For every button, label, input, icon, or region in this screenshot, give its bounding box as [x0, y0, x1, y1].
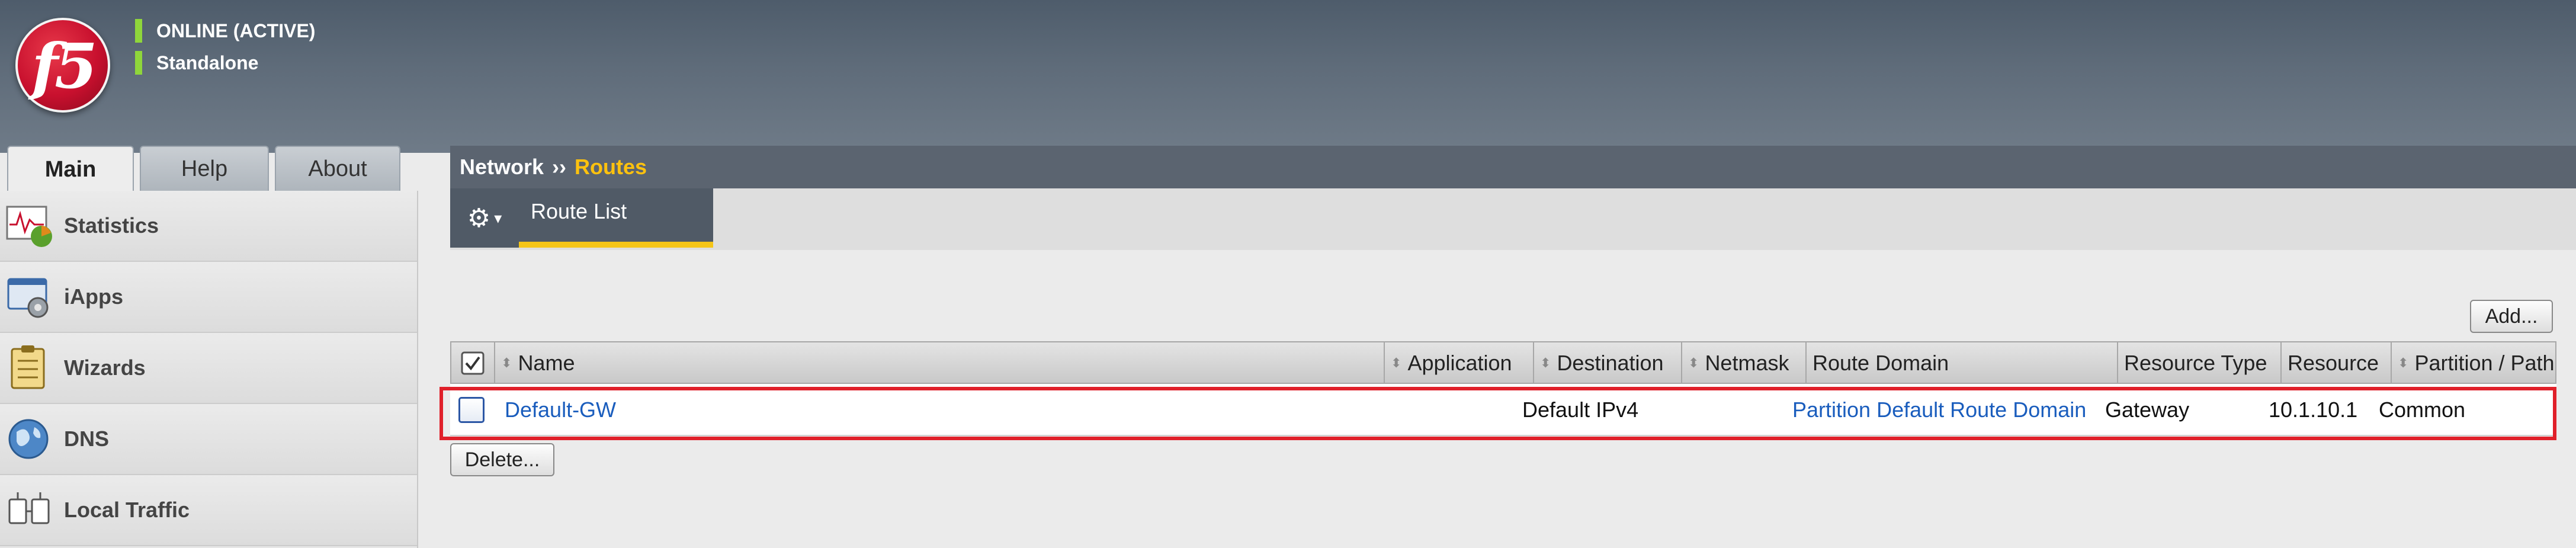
column-header-partition-path[interactable]: ⬍ Partition / Path: [2392, 342, 2555, 384]
status-indicator: [135, 19, 142, 43]
column-header-resource-type: Resource Type: [2118, 342, 2282, 384]
status-text: ONLINE (ACTIVE): [156, 20, 316, 41]
sort-icon: ⬍: [1391, 355, 1402, 370]
gear-icon: ⚙: [467, 203, 491, 233]
sidebar: Statistics iApps Wizards DNS Local Traff…: [0, 191, 418, 548]
wizards-icon: [5, 343, 54, 393]
sidebar-item-label: DNS: [64, 427, 110, 451]
sidebar-item-label: Local Traffic: [64, 498, 190, 522]
sidebar-item-dns[interactable]: DNS: [0, 404, 417, 475]
sidebar-item-label: Statistics: [64, 213, 159, 238]
table-header: ⬍ Name ⬍ Application ⬍ Destination ⬍ Netmask…: [450, 341, 2556, 384]
status-online: ONLINE (ACTIVE): [135, 19, 315, 43]
mode-text: Standalone: [156, 52, 259, 73]
sidebar-item-label: Wizards: [64, 355, 146, 380]
selection-highlight: [440, 387, 2556, 440]
sort-icon: ⬍: [501, 355, 512, 370]
tab-about[interactable]: About: [275, 146, 400, 191]
chevron-down-icon: ▾: [494, 209, 502, 227]
iapps-icon: [5, 272, 54, 322]
breadcrumb: Network ›› Routes: [450, 146, 2576, 188]
app-header: f5 ONLINE (ACTIVE) Standalone: [0, 0, 2576, 153]
dns-globe-icon: [5, 414, 54, 464]
subnav-bar: [450, 188, 2576, 250]
sidebar-item-wizards[interactable]: Wizards: [0, 333, 417, 404]
delete-button[interactable]: Delete...: [450, 443, 554, 476]
breadcrumb-current: Routes: [575, 155, 647, 179]
sort-icon: ⬍: [2398, 355, 2409, 370]
column-header-application[interactable]: ⬍ Application: [1385, 342, 1534, 384]
column-header-name[interactable]: ⬍ Name: [495, 342, 1385, 384]
sidebar-item-statistics[interactable]: Statistics: [0, 191, 417, 262]
status-indicator: [135, 51, 142, 75]
breadcrumb-separator: ››: [552, 155, 567, 179]
statistics-icon: [5, 201, 54, 251]
sidebar-item-label: iApps: [64, 284, 124, 309]
f5-logo[interactable]: f5: [15, 18, 110, 113]
tab-main[interactable]: Main: [7, 146, 134, 192]
select-all-checkbox[interactable]: [451, 342, 495, 384]
sidebar-item-local-traffic[interactable]: Local Traffic: [0, 475, 417, 546]
column-header-resource: Resource: [2282, 342, 2392, 384]
sort-icon: ⬍: [1540, 355, 1551, 370]
tab-route-list[interactable]: Route List: [519, 188, 713, 248]
tab-help[interactable]: Help: [140, 146, 269, 191]
local-traffic-icon: [5, 485, 54, 535]
column-header-destination[interactable]: ⬍ Destination: [1534, 342, 1682, 384]
breadcrumb-network[interactable]: Network: [460, 155, 544, 180]
column-header-route-domain: Route Domain: [1807, 342, 2118, 384]
sidebar-item-iapps[interactable]: iApps: [0, 262, 417, 333]
checkmark-icon: [461, 351, 485, 375]
add-button[interactable]: Add...: [2470, 300, 2553, 333]
sort-icon: ⬍: [1688, 355, 1699, 370]
status-mode: Standalone: [135, 51, 258, 75]
gear-menu-button[interactable]: ⚙ ▾: [450, 188, 519, 248]
column-header-netmask[interactable]: ⬍ Netmask: [1682, 342, 1807, 384]
